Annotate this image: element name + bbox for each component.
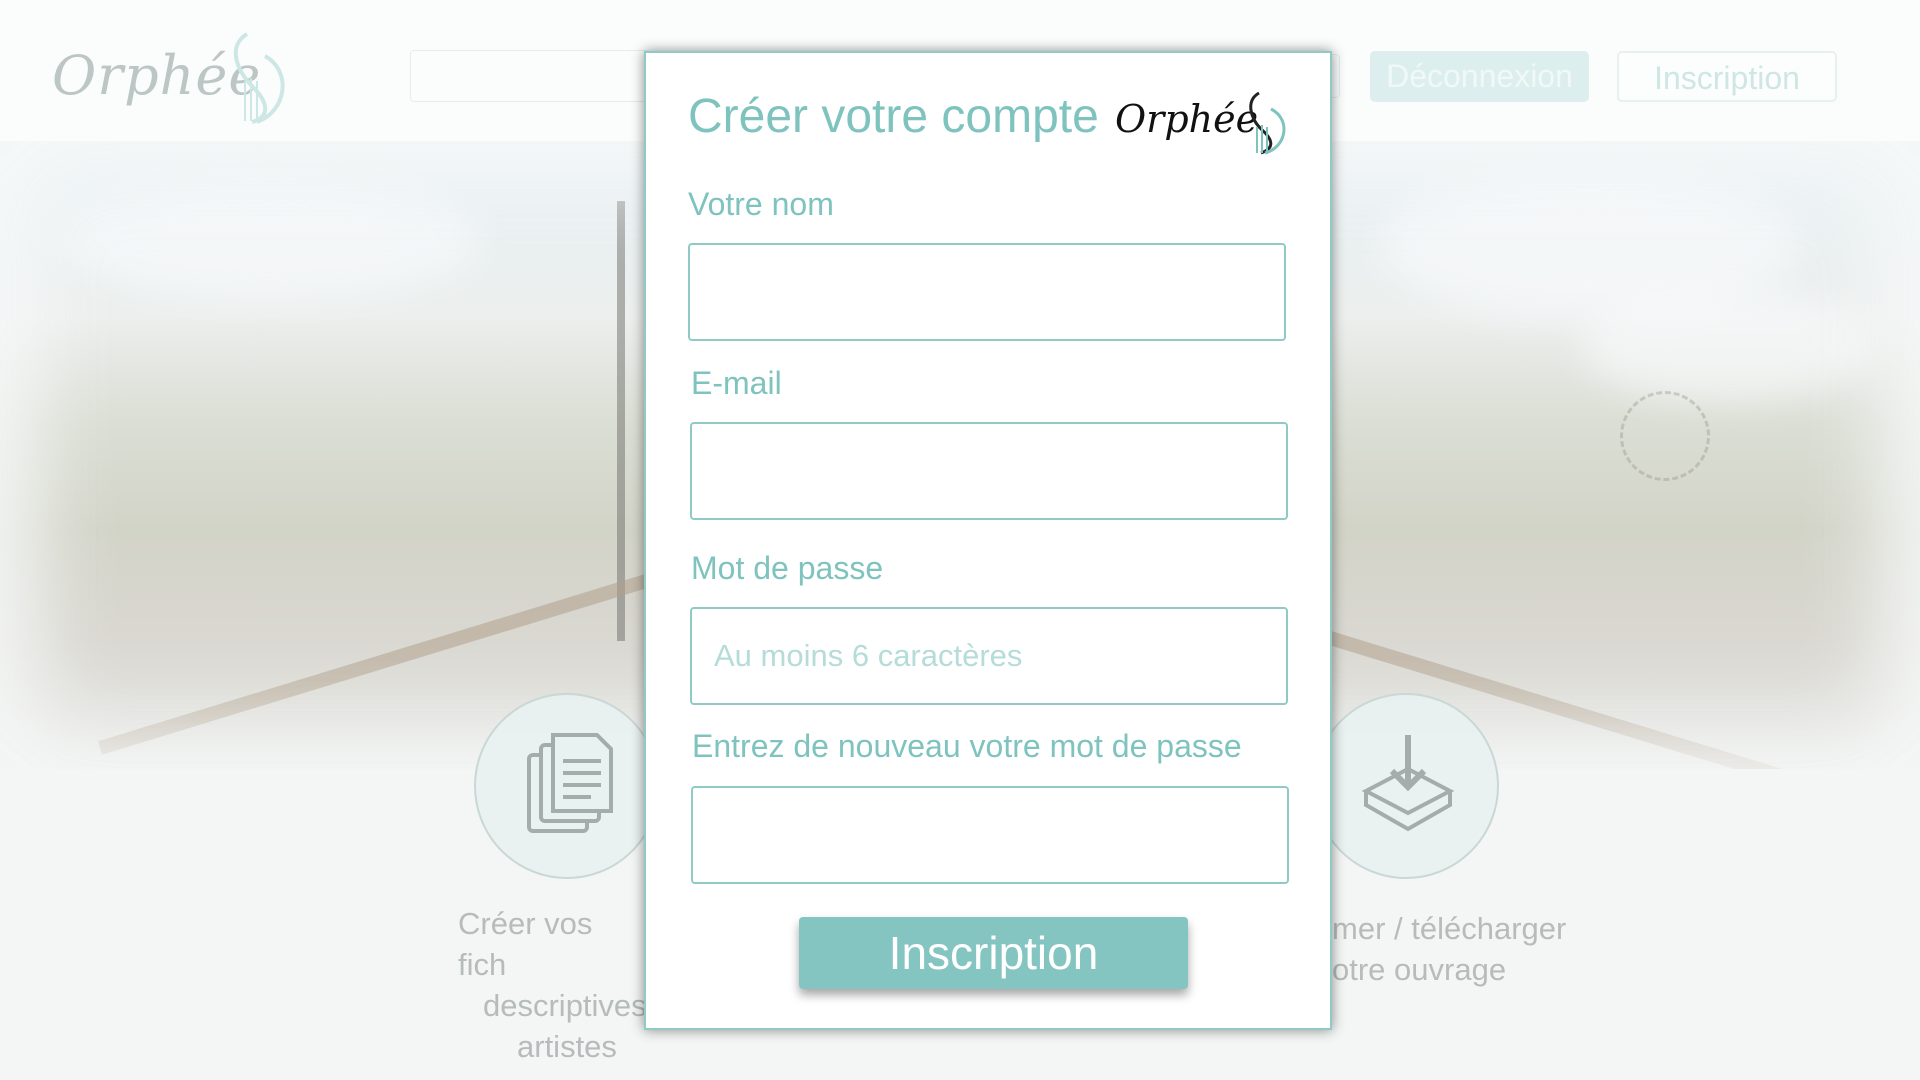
- password-confirm-label: Entrez de nouveau votre mot de passe: [692, 728, 1242, 764]
- signup-modal: Créer votre compte Orphée Votre nom E-ma…: [644, 51, 1332, 1030]
- inscription-submit-button[interactable]: Inscription: [799, 917, 1188, 989]
- name-label: Votre nom: [688, 186, 834, 222]
- password-confirm-input[interactable]: [691, 786, 1289, 884]
- feature-documents-text: Créer vos fich descriptives artistes: [440, 903, 647, 1067]
- modal-title: Créer votre compte: [688, 90, 1099, 143]
- password-input[interactable]: [690, 607, 1288, 705]
- background-search-input[interactable]: [410, 50, 650, 102]
- feature-text-line: descriptives: [483, 988, 647, 1023]
- background-logo[interactable]: Orphée: [52, 30, 302, 130]
- feature-text-line: mer / télécharger: [1332, 911, 1567, 946]
- download-tray-icon: [1361, 735, 1455, 832]
- email-label: E-mail: [691, 365, 782, 401]
- feature-download: [1313, 693, 1499, 879]
- lyre-logo-icon: [233, 32, 285, 124]
- feature-download-text: mer / télécharger otre ouvrage: [1332, 908, 1632, 990]
- modal-logo: Orphée: [1115, 89, 1305, 159]
- email-input[interactable]: [690, 422, 1288, 520]
- feature-text-line: Créer vos fich: [458, 906, 593, 982]
- lyre-logo-icon: [1249, 91, 1286, 155]
- feature-text-line: artistes: [517, 1029, 617, 1064]
- password-label: Mot de passe: [691, 550, 884, 586]
- header-inscription-button[interactable]: Inscription: [1617, 51, 1837, 102]
- documents-icon: [527, 733, 613, 833]
- name-input[interactable]: [688, 243, 1286, 341]
- feature-text-line: otre ouvrage: [1332, 952, 1507, 987]
- deconnexion-button[interactable]: Déconnexion: [1370, 51, 1589, 102]
- feature-documents: [474, 693, 660, 879]
